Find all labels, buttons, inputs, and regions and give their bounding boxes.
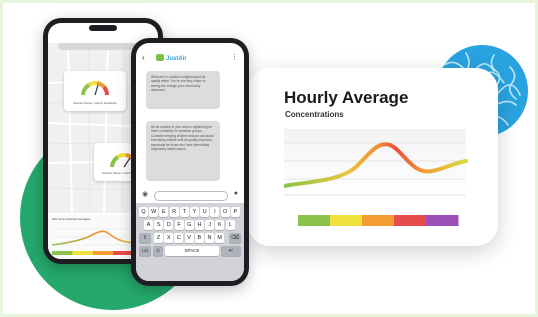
chat-header: ‹ JustAir ⋮ [136, 51, 244, 65]
space-key[interactable]: SPACE [165, 246, 219, 256]
key-a[interactable]: A [144, 220, 153, 230]
mini-scale-segment [92, 251, 114, 255]
key-t[interactable]: T [179, 207, 189, 217]
phone-chat-view: ‹ JustAir ⋮ Welcome to JustAir's neighbo… [131, 38, 249, 286]
key-f[interactable]: F [174, 220, 184, 230]
key-r[interactable]: R [169, 207, 179, 217]
mini-scale-segment [52, 251, 73, 255]
keyboard-row: ASDFGHJKL [136, 220, 244, 231]
card-title: Hourly Average [284, 88, 409, 107]
message-input-row: ◉ ● [140, 190, 240, 201]
key-h[interactable]: H [195, 220, 204, 230]
key-n[interactable]: N [205, 233, 214, 243]
backspace-key[interactable]: ⌫ [229, 233, 241, 243]
chart-plot-area [284, 129, 466, 199]
key-x[interactable]: X [164, 233, 174, 243]
key-p[interactable]: P [230, 207, 240, 217]
numbers-key[interactable]: 123 [139, 246, 151, 256]
key-o[interactable]: O [220, 207, 230, 217]
monitor-card-label: Monitor Name / Hourly Readings [73, 101, 117, 105]
key-s[interactable]: S [154, 220, 164, 230]
keyboard-row: ⇧ ⌫ ZXCVBNM [136, 233, 244, 244]
emoji-key[interactable]: ☺ [153, 246, 163, 256]
key-w[interactable]: W [149, 207, 159, 217]
keyboard-row: 123 ☺ SPACE ↵ [136, 246, 244, 257]
brand-mark-icon [156, 54, 164, 61]
key-v[interactable]: V [184, 233, 194, 243]
brand-name: JustAir [166, 56, 187, 62]
message-input[interactable] [154, 191, 228, 201]
aqi-color-scale [298, 215, 459, 226]
message-bubble: An air monitor in your area is registeri… [146, 121, 220, 181]
shift-key[interactable]: ⇧ [139, 233, 151, 243]
phone-notch [89, 25, 117, 31]
key-z[interactable]: Z [154, 233, 163, 243]
microphone-icon[interactable]: ● [234, 190, 238, 197]
key-l[interactable]: L [225, 220, 235, 230]
card-subtitle: Concentrations [285, 110, 344, 119]
key-j[interactable]: J [205, 220, 215, 230]
key-i[interactable]: I [210, 207, 220, 217]
brand-logo: JustAir [156, 54, 187, 62]
return-key[interactable]: ↵ [221, 246, 241, 256]
key-y[interactable]: Y [190, 207, 199, 217]
key-d[interactable]: D [164, 220, 174, 230]
key-e[interactable]: E [159, 207, 169, 217]
kebab-icon[interactable]: ⋮ [231, 53, 238, 61]
mini-scale-segment [72, 251, 94, 255]
key-m[interactable]: M [215, 233, 225, 243]
monitor-card[interactable]: Monitor Name / Hourly Readings [64, 71, 126, 111]
hourly-average-card: Hourly Average Concentrations [248, 68, 498, 246]
key-k[interactable]: K [215, 220, 225, 230]
key-b[interactable]: B [194, 233, 204, 243]
scale-segment [394, 215, 427, 226]
scale-segment [426, 215, 459, 226]
key-c[interactable]: C [174, 233, 184, 243]
gauge-icon [81, 80, 110, 96]
on-screen-keyboard: QWERTYUIOP ASDFGHJKL ⇧ ⌫ ZXCVBNM 123 ☺ S… [136, 203, 244, 281]
message-bubble: Welcome to JustAir's neighborhood air qu… [146, 71, 220, 109]
scale-segment [330, 215, 363, 226]
key-u[interactable]: U [200, 207, 210, 217]
chevron-left-icon[interactable]: ‹ [142, 53, 145, 62]
key-q[interactable]: Q [139, 207, 148, 217]
keyboard-row: QWERTYUIOP [136, 207, 244, 218]
camera-icon[interactable]: ◉ [142, 190, 148, 198]
key-g[interactable]: G [184, 220, 194, 230]
scale-segment [298, 215, 331, 226]
concentration-chart [284, 129, 468, 226]
scale-segment [362, 215, 395, 226]
chat-screen: ‹ JustAir ⋮ Welcome to JustAir's neighbo… [136, 43, 244, 281]
